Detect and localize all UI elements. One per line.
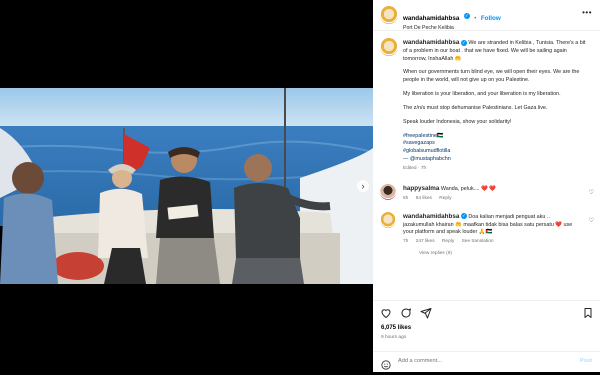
comment: wandahamidahbsa ✓ Doa kalian menjadi pen… [373,207,600,258]
action-icons [380,307,432,319]
comment-likes[interactable]: 247 likes [416,239,435,244]
post-details-panel: wandahamidahbsa ✓ • Follow Port De Peche… [373,0,600,372]
comment-likes[interactable]: 54 likes [416,196,432,201]
comment-meta: 7h 247 likes Reply See translation [403,239,578,246]
caption-paragraph-3: My liberation is your liberation, and yo… [403,91,561,98]
caption-username[interactable]: wandahamidahbsa [403,39,459,46]
reply-button[interactable]: Reply [439,196,451,201]
reply-button[interactable]: Reply [442,239,454,244]
comment-time: 6h [403,195,409,201]
add-comment-bar: Add a comment... Post [373,351,600,374]
header-text: wandahamidahbsa ✓ • Follow Port De Peche… [403,7,501,31]
post-header: wandahamidahbsa ✓ • Follow Port De Peche… [373,0,600,31]
hashtag[interactable]: #globalsumudflotilla [403,148,590,156]
next-photo-button[interactable]: › [357,180,369,192]
post-time: 9 hours ago [381,335,407,340]
comment-icon[interactable] [400,307,412,319]
more-options-icon[interactable]: ••• [582,8,592,17]
verified-badge-icon: ✓ [460,213,467,220]
like-comment-heart-icon[interactable]: ♡ [589,217,594,226]
post-photo[interactable] [0,88,373,284]
add-comment-input[interactable]: Add a comment... [398,358,442,364]
comment-username[interactable]: wandahamidahbsa [403,213,459,220]
avatar[interactable] [380,38,398,56]
caption: wandahamidahbsa ✓ We are stranded in Kel… [373,31,600,173]
comment-time: 7h [403,239,409,245]
view-replies-button[interactable]: View replies (9) [403,251,578,258]
like-comment-heart-icon[interactable]: ♡ [589,189,594,198]
avatar[interactable] [380,211,396,228]
emoji-icon[interactable] [381,357,391,370]
follow-button[interactable]: Follow [481,15,501,22]
avatar[interactable] [380,183,396,200]
post-actions: 6,075 likes 9 hours ago Add a comment...… [373,300,600,373]
separator: • [474,16,477,22]
comment: happysalma Wanda, peluk.... ❤️ ❤️ 6h 54 … [373,179,600,203]
caption-paragraph-2: When our governments turn blind eye, we … [403,69,580,84]
header-username[interactable]: wandahamidahbsa [403,15,459,22]
verified-badge-icon: ✓ [460,39,467,46]
comment-text: Wanda, peluk.... ❤️ ❤️ [440,185,497,192]
bookmark-icon[interactable] [582,307,594,319]
verified-badge-icon: ✓ [463,12,470,19]
hashtag[interactable]: #freepalestine🇵🇸 [403,133,590,141]
boat-photo-image [0,88,373,284]
comments-scroll-area[interactable]: wandahamidahbsa ✓ We are stranded in Kel… [373,31,600,299]
caption-paragraph-5: Speak louder Indonesia, show your solida… [403,118,512,125]
comment-meta: 6h 54 likes Reply [403,196,578,203]
post-media: › [0,0,373,372]
mention[interactable]: — @mustaphabchn [403,156,590,164]
like-heart-icon[interactable] [380,307,392,319]
chevron-right-icon: › [361,181,365,191]
avatar[interactable] [380,6,398,24]
comment-username[interactable]: happysalma [403,185,439,192]
edited-time: Edited · 7h [403,165,427,171]
hashtag[interactable]: #savegazaps [403,140,590,148]
post-comment-button[interactable]: Post [580,358,592,364]
likes-count[interactable]: 6,075 likes [381,325,411,331]
caption-paragraph-4: The z/n/s must stop dehumanise Palestini… [403,104,548,111]
share-icon[interactable] [420,307,432,319]
see-translation-button[interactable]: See translation [462,239,494,244]
